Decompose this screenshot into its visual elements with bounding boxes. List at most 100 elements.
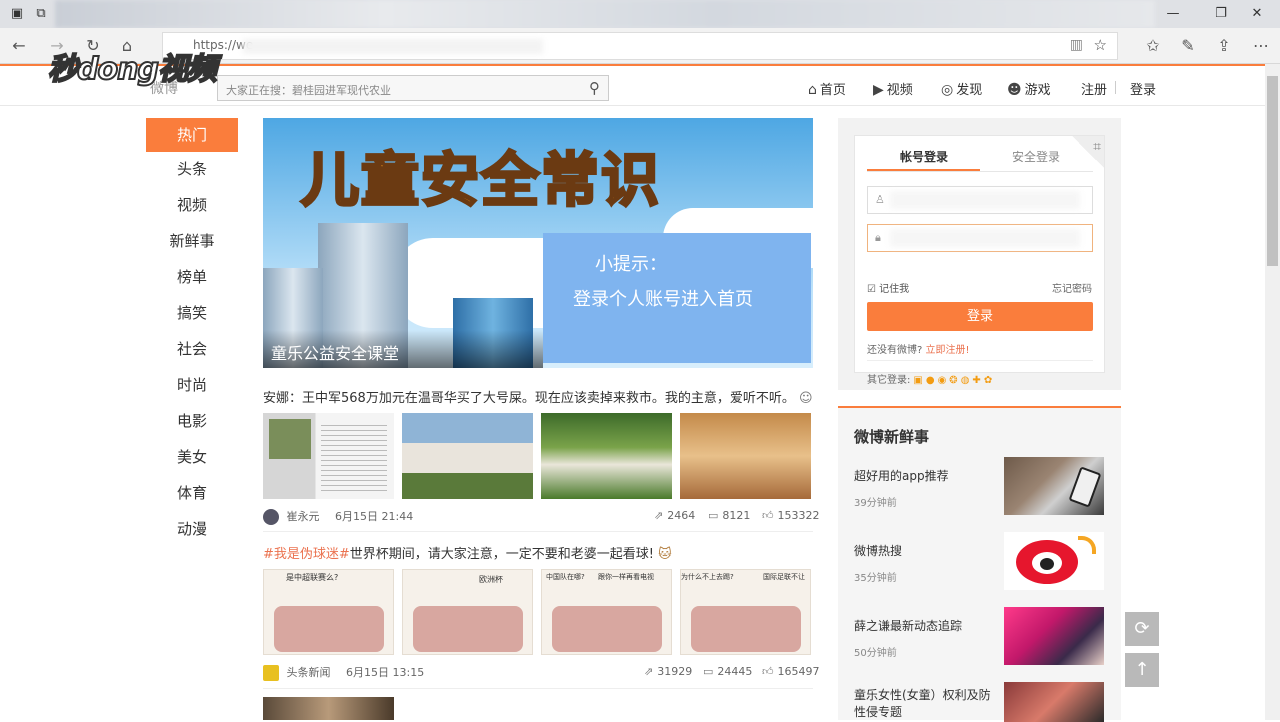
repost-count[interactable]: ⇗ 2464 bbox=[654, 509, 695, 522]
emoji-icon: ☺ bbox=[798, 391, 813, 406]
news-item-title[interactable]: 超好用的app推荐 bbox=[854, 468, 994, 485]
address-bar[interactable]: https://we ▥ ☆ bbox=[162, 32, 1118, 60]
news-thumbnail[interactable] bbox=[1004, 532, 1104, 590]
nav-video[interactable]: ▶ 视频 bbox=[873, 79, 913, 98]
feed-thumbnail[interactable] bbox=[263, 697, 394, 720]
post-time[interactable]: 6月15日 21:44 bbox=[335, 510, 413, 523]
360-icon[interactable]: ◍ bbox=[961, 375, 970, 386]
set-aside-tabs-icon[interactable]: ⧉ bbox=[28, 4, 54, 24]
comment-count[interactable]: ▭ 24445 bbox=[703, 665, 752, 678]
login-link[interactable]: 登录 bbox=[1130, 79, 1156, 98]
feed-thumbnail[interactable] bbox=[541, 413, 672, 499]
comic-thumbnail[interactable]: 欧洲杯 bbox=[402, 569, 533, 655]
banner-tip-box: 小提示： 登录个人账号进入首页 bbox=[543, 233, 811, 363]
nav-divider bbox=[1115, 81, 1116, 94]
channel-anime[interactable]: 动漫 bbox=[146, 512, 238, 548]
channel-fashion[interactable]: 时尚 bbox=[146, 368, 238, 404]
channel-video[interactable]: 视频 bbox=[146, 188, 238, 224]
channel-funny[interactable]: 搞笑 bbox=[146, 296, 238, 332]
active-tab-indicator bbox=[867, 169, 980, 171]
weibo-news-box: 微博新鲜事 超好用的app推荐 39分钟前 微博热搜 35分钟前 薛之谦最新动态… bbox=[838, 406, 1121, 722]
search-placeholder: 大家正在搜：碧桂园进军现代农业 bbox=[226, 84, 391, 97]
thumbs-up-icon: 👍︎ bbox=[762, 665, 774, 678]
banner-image[interactable]: 儿童安全常识 小提示： 登录个人账号进入首页 童乐公益安全课堂 bbox=[263, 118, 813, 368]
feed-meta: 崔永元 6月15日 21:44 bbox=[263, 508, 413, 525]
channel-beauty[interactable]: 美女 bbox=[146, 440, 238, 476]
channel-fresh[interactable]: 新鲜事 bbox=[146, 224, 238, 260]
channel-headlines[interactable]: 头条 bbox=[146, 152, 238, 188]
share-icon[interactable]: ⇪ bbox=[1211, 34, 1237, 58]
repost-icon: ⇗ bbox=[654, 509, 664, 522]
password-field[interactable]: 🔒︎ bbox=[867, 224, 1093, 252]
like-count[interactable]: 👍︎ 153322 bbox=[762, 509, 820, 522]
feed-images bbox=[263, 413, 813, 499]
login-button[interactable]: 登录 bbox=[867, 302, 1093, 331]
pen-icon[interactable]: ✎ bbox=[1175, 34, 1201, 58]
feed-thumbnail[interactable] bbox=[263, 413, 394, 499]
comic-thumbnail[interactable]: 是中超联赛么? bbox=[263, 569, 394, 655]
plus-icon[interactable]: ✚ bbox=[972, 375, 980, 386]
channel-movies[interactable]: 电影 bbox=[146, 404, 238, 440]
comic-thumbnail[interactable]: 为什么不上去踢? 国际足联不让 bbox=[680, 569, 811, 655]
tab-account-login[interactable]: 帐号登录 bbox=[900, 148, 948, 165]
qq-icon[interactable]: ▣ bbox=[913, 375, 922, 386]
forgot-password-link[interactable]: 忘记密码 bbox=[1052, 280, 1092, 295]
avatar[interactable] bbox=[263, 665, 279, 681]
news-item-title[interactable]: 童乐女性(女童）权利及防性侵专题 bbox=[854, 687, 994, 721]
nav-games[interactable]: ☻ 游戏 bbox=[1007, 79, 1051, 98]
other-login-row: 其它登录: ▣ ● ◉ ❂ ◍ ✚ ✿ bbox=[867, 375, 993, 386]
bell-icon[interactable]: ● bbox=[926, 375, 935, 386]
search-input[interactable]: 大家正在搜：碧桂园进军现代农业 ⚲ bbox=[217, 75, 609, 101]
comment-count[interactable]: ▭ 8121 bbox=[708, 509, 750, 522]
back-to-top-icon[interactable]: ↑ bbox=[1125, 653, 1159, 687]
tip-text: 登录个人账号进入首页 bbox=[573, 289, 753, 310]
back-icon[interactable]: ← bbox=[6, 34, 32, 58]
nav-home[interactable]: ⌂ 首页 bbox=[808, 79, 846, 98]
alipay-icon[interactable]: ❂ bbox=[949, 375, 957, 386]
reading-view-icon[interactable]: ▥ bbox=[1070, 37, 1083, 53]
maximize-button[interactable]: ❐ bbox=[1208, 4, 1234, 24]
tab-secure-login[interactable]: 安全登录 bbox=[1012, 148, 1060, 165]
author-name[interactable]: 崔永元 bbox=[287, 510, 320, 523]
search-icon[interactable]: ⚲ bbox=[589, 79, 600, 97]
news-thumbnail[interactable] bbox=[1004, 607, 1104, 665]
register-link[interactable]: 注册 bbox=[1081, 79, 1107, 98]
taobao-icon[interactable]: ◉ bbox=[938, 375, 947, 386]
like-count[interactable]: 👍︎ 165497 bbox=[762, 665, 820, 678]
channel-society[interactable]: 社会 bbox=[146, 332, 238, 368]
qr-login-icon[interactable]: ⌗ bbox=[1072, 136, 1104, 168]
close-button[interactable]: ✕ bbox=[1244, 4, 1270, 24]
tab-actions-icon[interactable]: ▣ bbox=[4, 4, 30, 24]
post-time[interactable]: 6月15日 13:15 bbox=[346, 666, 424, 679]
divider bbox=[867, 360, 1093, 361]
news-thumbnail[interactable] bbox=[1004, 682, 1104, 722]
more-icon[interactable]: ⋯ bbox=[1248, 34, 1274, 58]
comic-thumbnail[interactable]: 中国队在哪? 跟你一样再看电视 bbox=[541, 569, 672, 655]
banner-caption: 童乐公益安全课堂 bbox=[271, 344, 400, 363]
tip-title: 小提示： bbox=[595, 254, 667, 275]
register-now-link[interactable]: 立即注册! bbox=[926, 345, 970, 356]
feed-thumbnail[interactable] bbox=[402, 413, 533, 499]
feed-text[interactable]: #我是伪球迷#世界杯期间，请大家注意，一定不要和老婆一起看球! 🐱︎ bbox=[263, 543, 672, 562]
feed-text[interactable]: 安娜：王中军568万加元在温哥华买了大号屎。现在应该卖掉来救市。我的主意，爱听不… bbox=[263, 387, 813, 406]
news-thumbnail[interactable] bbox=[1004, 457, 1104, 515]
news-item-title[interactable]: 微博热搜 bbox=[854, 543, 994, 560]
minimize-button[interactable]: — bbox=[1160, 4, 1186, 24]
news-item-title[interactable]: 薛之谦最新动态追踪 bbox=[854, 618, 994, 635]
scrollbar-thumb[interactable] bbox=[1267, 76, 1278, 266]
avatar[interactable] bbox=[263, 509, 279, 525]
repost-count[interactable]: ⇗ 31929 bbox=[644, 665, 692, 678]
favorite-star-icon[interactable]: ☆ bbox=[1094, 36, 1107, 54]
nav-discover[interactable]: ◎ 发现 bbox=[941, 79, 982, 98]
username-field[interactable]: ♙ bbox=[867, 186, 1093, 214]
channel-sports[interactable]: 体育 bbox=[146, 476, 238, 512]
feed-thumbnail[interactable] bbox=[680, 413, 811, 499]
author-name[interactable]: 头条新闻 bbox=[287, 666, 331, 679]
baidu-icon[interactable]: ✿ bbox=[984, 375, 992, 386]
refresh-feed-icon[interactable]: ⟳ bbox=[1125, 612, 1159, 646]
remember-me-checkbox[interactable]: ☑ 记住我 bbox=[867, 280, 909, 295]
topic-tag[interactable]: #我是伪球迷# bbox=[263, 547, 350, 562]
channel-rankings[interactable]: 榜单 bbox=[146, 260, 238, 296]
favorites-list-icon[interactable]: ✩ bbox=[1140, 34, 1166, 58]
channel-hot[interactable]: 热门 bbox=[146, 118, 238, 152]
